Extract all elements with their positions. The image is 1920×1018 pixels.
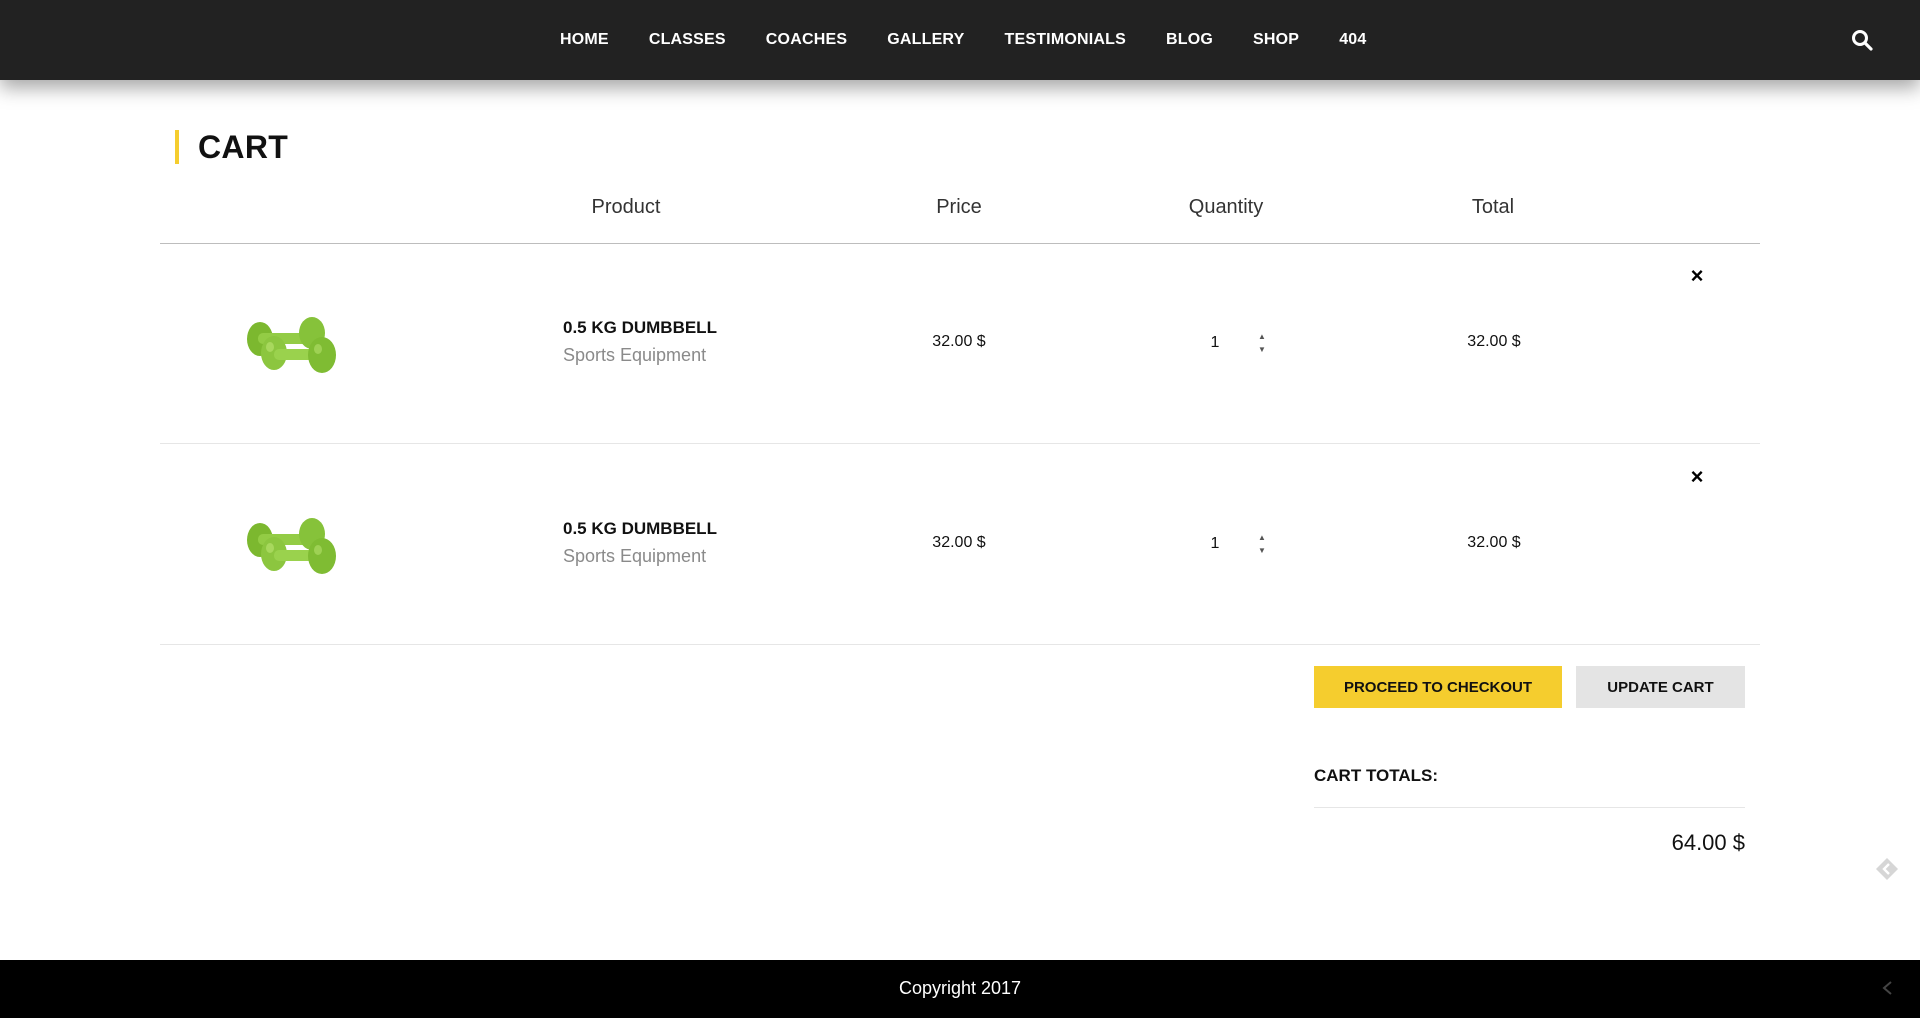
main-nav: HOME CLASSES COACHES GALLERY TESTIMONIAL…	[560, 0, 1406, 80]
quantity-spinner: ▲ ▼	[1255, 331, 1269, 355]
nav-item-blog[interactable]: BLOG	[1166, 31, 1213, 49]
title-accent-bar	[175, 130, 179, 164]
divider	[1314, 807, 1745, 808]
column-header-total: Total	[1471, 196, 1515, 218]
page-title: CART	[198, 128, 289, 165]
copyright-text: Copyright 2017	[898, 978, 1022, 998]
product-price: 32.00 $	[932, 333, 986, 350]
nav-item-classes[interactable]: CLASSES	[649, 31, 726, 49]
footer: Copyright 2017	[0, 960, 1920, 1018]
nav-item-gallery[interactable]: GALLERY	[887, 31, 964, 49]
cart-row: 0.5 KG DUMBBELL Sports Equipment 32.00 $…	[160, 444, 1760, 645]
product-name[interactable]: 0.5 KG DUMBBELL	[563, 318, 717, 338]
column-header-price: Price	[936, 196, 982, 218]
remove-item-icon[interactable]: ×	[1686, 265, 1708, 287]
product-category: Sports Equipment	[563, 345, 707, 365]
nav-item-404[interactable]: 404	[1339, 31, 1366, 49]
nav-item-testimonials[interactable]: TESTIMONIALS	[1004, 31, 1126, 49]
cart-row: 0.5 KG DUMBBELL Sports Equipment 32.00 $…	[160, 243, 1760, 444]
cart-totals-heading: CART TOTALS:	[1314, 766, 1439, 785]
floating-widget-icon[interactable]	[1874, 856, 1900, 882]
nav-item-shop[interactable]: SHOP	[1253, 31, 1299, 49]
column-header-product: Product	[591, 196, 661, 218]
increment-arrow-icon[interactable]: ▲	[1258, 532, 1266, 543]
nav-item-home[interactable]: HOME	[560, 31, 609, 49]
update-cart-button[interactable]: UPDATE CART	[1576, 666, 1745, 708]
back-to-top-icon[interactable]	[1880, 980, 1894, 996]
proceed-to-checkout-button[interactable]: PROCEED TO CHECKOUT	[1314, 666, 1562, 708]
increment-arrow-icon[interactable]: ▲	[1258, 331, 1266, 342]
line-total: 32.00 $	[1467, 333, 1521, 350]
top-navbar: HOME CLASSES COACHES GALLERY TESTIMONIAL…	[0, 0, 1920, 80]
product-price: 32.00 $	[932, 534, 986, 551]
product-thumbnail-dumbbell[interactable]	[240, 510, 345, 580]
quantity-stepper: ▲ ▼	[1179, 530, 1269, 558]
quantity-stepper: ▲ ▼	[1179, 329, 1269, 357]
column-header-quantity: Quantity	[1188, 196, 1264, 218]
product-name[interactable]: 0.5 KG DUMBBELL	[563, 519, 717, 539]
quantity-spinner: ▲ ▼	[1255, 532, 1269, 556]
nav-item-coaches[interactable]: COACHES	[766, 31, 847, 49]
cart-totals-value: 64.00 $	[1671, 830, 1745, 855]
decrement-arrow-icon[interactable]: ▼	[1258, 545, 1266, 556]
line-total: 32.00 $	[1467, 534, 1521, 551]
product-thumbnail-dumbbell[interactable]	[240, 309, 345, 379]
remove-item-icon[interactable]: ×	[1686, 466, 1708, 488]
page-title-block: CART	[175, 128, 289, 165]
product-category: Sports Equipment	[563, 546, 707, 566]
cart-table-header: Product Price Quantity Total	[160, 192, 1760, 244]
search-icon[interactable]	[1850, 28, 1874, 52]
decrement-arrow-icon[interactable]: ▼	[1258, 344, 1266, 355]
